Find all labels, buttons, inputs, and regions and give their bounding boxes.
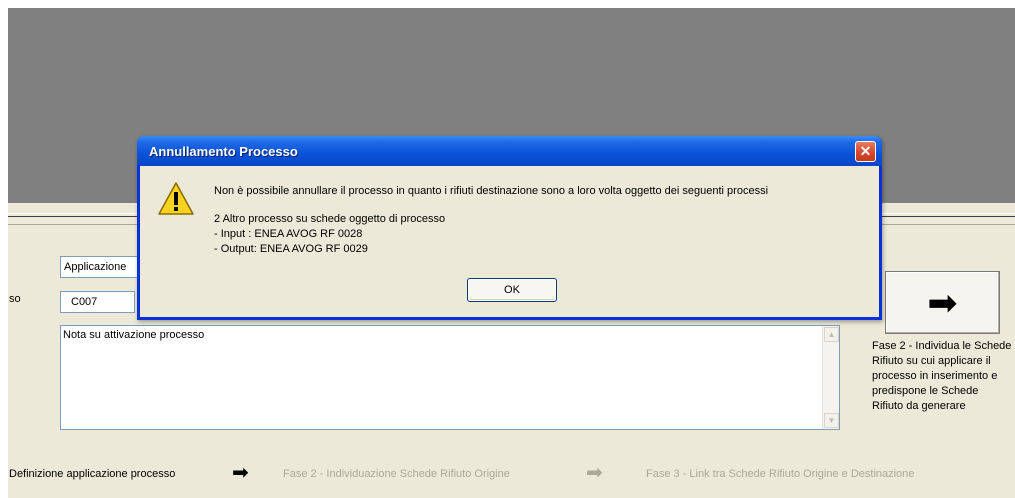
dialog-message-output: - Output: ENEA AVOG RF 0029 xyxy=(214,243,368,255)
scroll-down-icon[interactable]: ▼ xyxy=(824,413,839,428)
arrow-right-icon: ➡ xyxy=(927,282,958,323)
note-scrollbar[interactable]: ▲ ▼ xyxy=(822,326,839,429)
dialog-message-input: - Input : ENEA AVOG RF 0028 xyxy=(214,228,363,240)
note-textarea[interactable]: Nota su attivazione processo ▲ ▼ xyxy=(60,325,840,430)
scroll-up-icon[interactable]: ▲ xyxy=(824,327,839,342)
step-2-label: Fase 2 - Individuazione Schede Rifiuto O… xyxy=(283,468,510,480)
step-arrow-icon: ➡ xyxy=(232,462,249,484)
dialog-body: Non è possibile annullare il processo in… xyxy=(140,166,879,317)
step-3-label: Fase 3 - Link tra Schede Rifiuto Origine… xyxy=(646,468,915,480)
warning-icon xyxy=(158,182,194,215)
next-phase-button[interactable]: ➡ xyxy=(885,271,1000,334)
alert-dialog: Annullamento Processo ✕ Non è possibile … xyxy=(137,136,882,320)
dialog-message-detail: 2 Altro processo su schede oggetto di pr… xyxy=(214,213,446,225)
code-field[interactable]: C007 xyxy=(60,291,135,313)
ok-button[interactable]: OK xyxy=(467,278,557,302)
step-arrow-icon: ➡ xyxy=(586,462,603,484)
dialog-titlebar[interactable]: Annullamento Processo ✕ xyxy=(137,136,882,166)
phase2-description: Fase 2 - Individua le Schede Rifiuto su … xyxy=(872,340,1012,412)
step-1-label: Definizione applicazione processo xyxy=(9,468,176,480)
code-label: so xyxy=(9,293,21,305)
close-icon[interactable]: ✕ xyxy=(855,141,876,162)
application-field[interactable]: Applicazione xyxy=(60,256,145,278)
dialog-title: Annullamento Processo xyxy=(149,144,298,159)
dialog-message: Non è possibile annullare il processo in… xyxy=(214,185,769,197)
note-text: Nota su attivazione processo xyxy=(63,329,205,341)
